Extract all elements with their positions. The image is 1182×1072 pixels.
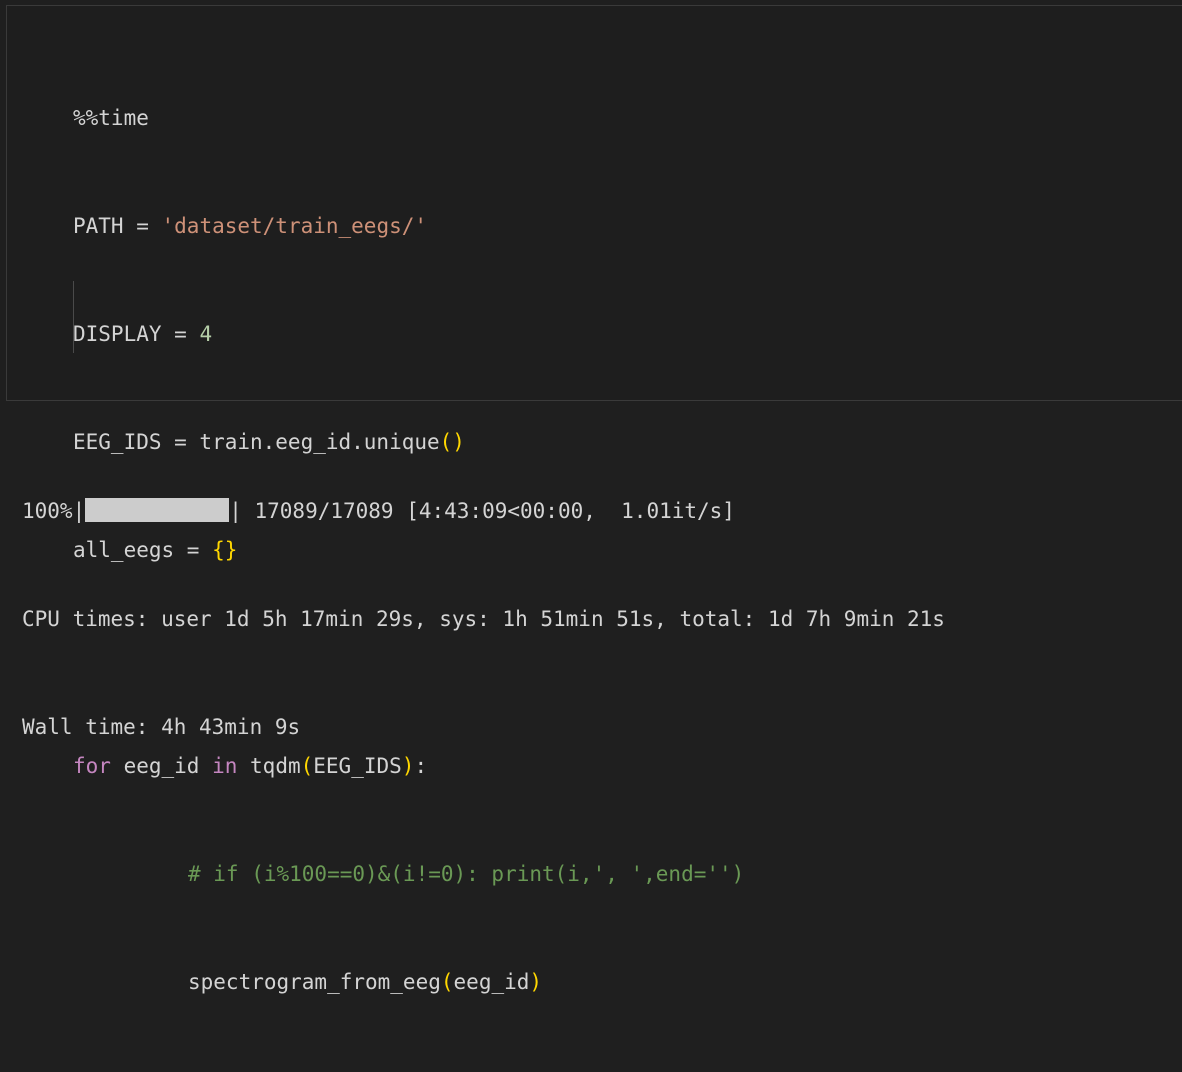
assign-op: =	[123, 214, 162, 238]
cell-output: 100%| | 17089/17089 [4:43:09<00:00, 1.01i…	[22, 421, 945, 781]
code-line-3: DISPLAY = 4	[73, 316, 744, 352]
assign-op: =	[161, 322, 200, 346]
path-var: PATH	[73, 214, 124, 238]
progress-percent: 100%|	[22, 499, 86, 523]
spectrogram-func: spectrogram_from_eeg	[188, 970, 441, 994]
close-paren: )	[529, 970, 543, 994]
path-string: 'dataset/train_eegs/'	[161, 214, 428, 238]
code-cell[interactable]: %%time PATH = 'dataset/train_eegs/' DISP…	[6, 5, 1182, 994]
code-line-2: PATH = 'dataset/train_eegs/'	[73, 208, 744, 244]
code-line-8: # if (i%100==0)&(i!=0): print(i,', ',end…	[73, 856, 744, 892]
code-comment: # if (i%100==0)&(i!=0): print(i,', ',end…	[188, 862, 745, 886]
indent-guide	[73, 281, 74, 353]
display-number: 4	[199, 322, 213, 346]
wall-time-line: Wall time: 4h 43min 9s	[22, 715, 301, 739]
open-paren: (	[440, 970, 454, 994]
progress-bar	[85, 498, 230, 522]
display-var: DISPLAY	[73, 322, 162, 346]
cpu-times-line: CPU times: user 1d 5h 17min 29s, sys: 1h…	[22, 607, 945, 631]
spectrogram-arg: eeg_id	[453, 970, 530, 994]
magic-command: %%time	[73, 106, 149, 130]
progress-line: 100%| | 17089/17089 [4:43:09<00:00, 1.01i…	[22, 493, 945, 529]
code-line-1: %%time	[73, 100, 744, 136]
progress-stats: | 17089/17089 [4:43:09<00:00, 1.01it/s]	[229, 499, 735, 523]
code-line-9: spectrogram_from_eeg(eeg_id)	[73, 964, 744, 1000]
